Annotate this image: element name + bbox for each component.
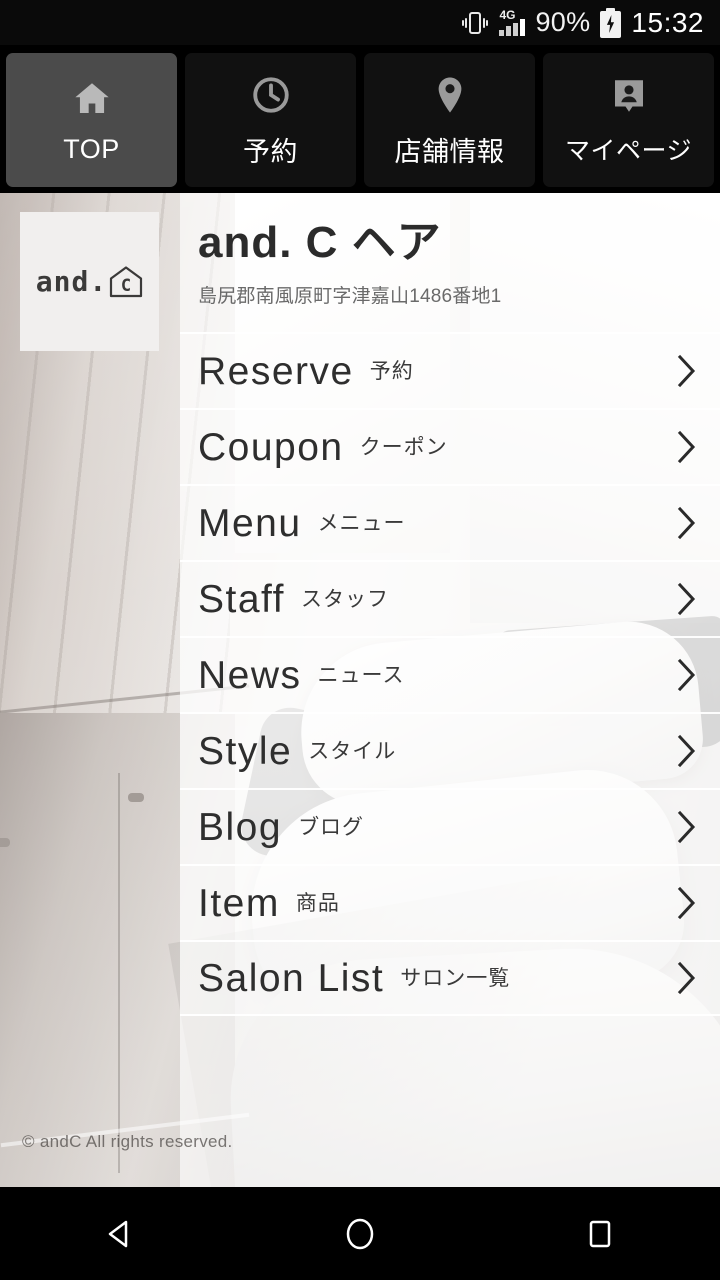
tab-reserve[interactable]: 予約 — [185, 53, 356, 187]
menu-label-en: Blog — [198, 805, 283, 849]
android-nav-bar — [0, 1187, 720, 1280]
svg-text:C: C — [121, 276, 131, 296]
menu-label-en: Reserve — [198, 349, 354, 393]
map-pin-icon — [427, 72, 473, 118]
tab-my-page[interactable]: マイページ — [543, 53, 714, 187]
menu-item-blog[interactable]: Blog ブログ — [180, 788, 720, 865]
tab-store-info[interactable]: 店舗情報 — [364, 53, 535, 187]
chevron-right-icon — [676, 505, 698, 541]
chevron-right-icon — [676, 657, 698, 693]
menu-label-ja: スタッフ — [301, 587, 390, 611]
menu-label-ja: スタイル — [308, 739, 397, 763]
home-icon — [69, 76, 115, 122]
menu-label-ja: クーポン — [359, 435, 448, 459]
menu-label-en: Coupon — [198, 425, 344, 469]
battery-charging-icon — [600, 7, 622, 38]
menu-label-en: Salon List — [198, 956, 385, 1000]
status-bar: 4G 90% 15:32 — [0, 0, 720, 45]
chevron-right-icon — [676, 885, 698, 921]
clock-label: 15:32 — [631, 6, 704, 38]
menu-item-news[interactable]: News ニュース — [180, 636, 720, 713]
menu-list: Reserve 予約 Coupon クーポン Menu メニュー Staff ス… — [180, 332, 720, 1017]
chevron-right-icon — [676, 960, 698, 996]
chevron-right-icon — [676, 733, 698, 769]
network-type-label: 4G — [499, 7, 516, 22]
menu-label-en: Style — [198, 729, 293, 773]
menu-item-style[interactable]: Style スタイル — [180, 712, 720, 789]
chevron-right-icon — [676, 809, 698, 845]
signal-bars-icon: 4G — [499, 7, 526, 36]
chevron-right-icon — [676, 353, 698, 389]
vibrate-icon — [461, 10, 489, 36]
menu-item-staff[interactable]: Staff スタッフ — [180, 560, 720, 637]
menu-label-en: Item — [198, 881, 280, 925]
menu-label-ja: メニュー — [317, 511, 406, 535]
panel-header: and. C ヘア 島尻郡南風原町字津嘉山1486番地1 — [180, 193, 720, 308]
house-outline-icon: C — [109, 265, 143, 298]
tab-top[interactable]: TOP — [6, 53, 177, 187]
menu-panel: and. C ヘア 島尻郡南風原町字津嘉山1486番地1 Reserve 予約 … — [180, 193, 720, 1187]
menu-label-ja: 予約 — [369, 359, 414, 383]
tab-label-store-info: 店舗情報 — [394, 136, 505, 167]
tab-label-top: TOP — [63, 133, 120, 164]
tab-label-reserve: 予約 — [243, 136, 298, 167]
chevron-right-icon — [676, 581, 698, 617]
person-badge-icon — [606, 73, 652, 119]
copyright-text: © andC All rights reserved. — [22, 1132, 233, 1151]
menu-label-en: Menu — [198, 501, 302, 545]
menu-item-reserve[interactable]: Reserve 予約 — [180, 332, 720, 409]
battery-percent-label: 90% — [535, 7, 591, 37]
salon-address: 島尻郡南風原町字津嘉山1486番地1 — [198, 286, 502, 308]
menu-label-ja: サロン一覧 — [400, 966, 511, 990]
menu-label-en: News — [198, 653, 302, 697]
tab-label-my-page: マイページ — [564, 137, 692, 165]
chevron-right-icon — [676, 429, 698, 465]
menu-item-menu[interactable]: Menu メニュー — [180, 484, 720, 561]
top-tab-bar: TOP 予約 店舗情報 マイページ — [0, 45, 720, 193]
menu-label-en: Staff — [198, 577, 286, 621]
page-title: and. C ヘア — [198, 218, 442, 267]
menu-item-coupon[interactable]: Coupon クーポン — [180, 408, 720, 485]
menu-label-ja: ブログ — [298, 815, 365, 839]
menu-item-item[interactable]: Item 商品 — [180, 864, 720, 941]
salon-logo: and. C — [20, 212, 159, 351]
back-triangle-icon[interactable] — [65, 1187, 175, 1280]
menu-label-ja: 商品 — [295, 891, 340, 915]
clock-icon — [248, 72, 294, 118]
logo-text: and. — [35, 265, 108, 298]
menu-item-salon-list[interactable]: Salon List サロン一覧 — [180, 940, 720, 1017]
recents-square-icon[interactable] — [545, 1187, 655, 1280]
menu-label-ja: ニュース — [317, 663, 405, 687]
home-circle-icon[interactable] — [305, 1187, 415, 1280]
phone-screen: 4G 90% 15:32 TOP 予約 店舗情報 マイページ and. C an… — [0, 0, 720, 1280]
